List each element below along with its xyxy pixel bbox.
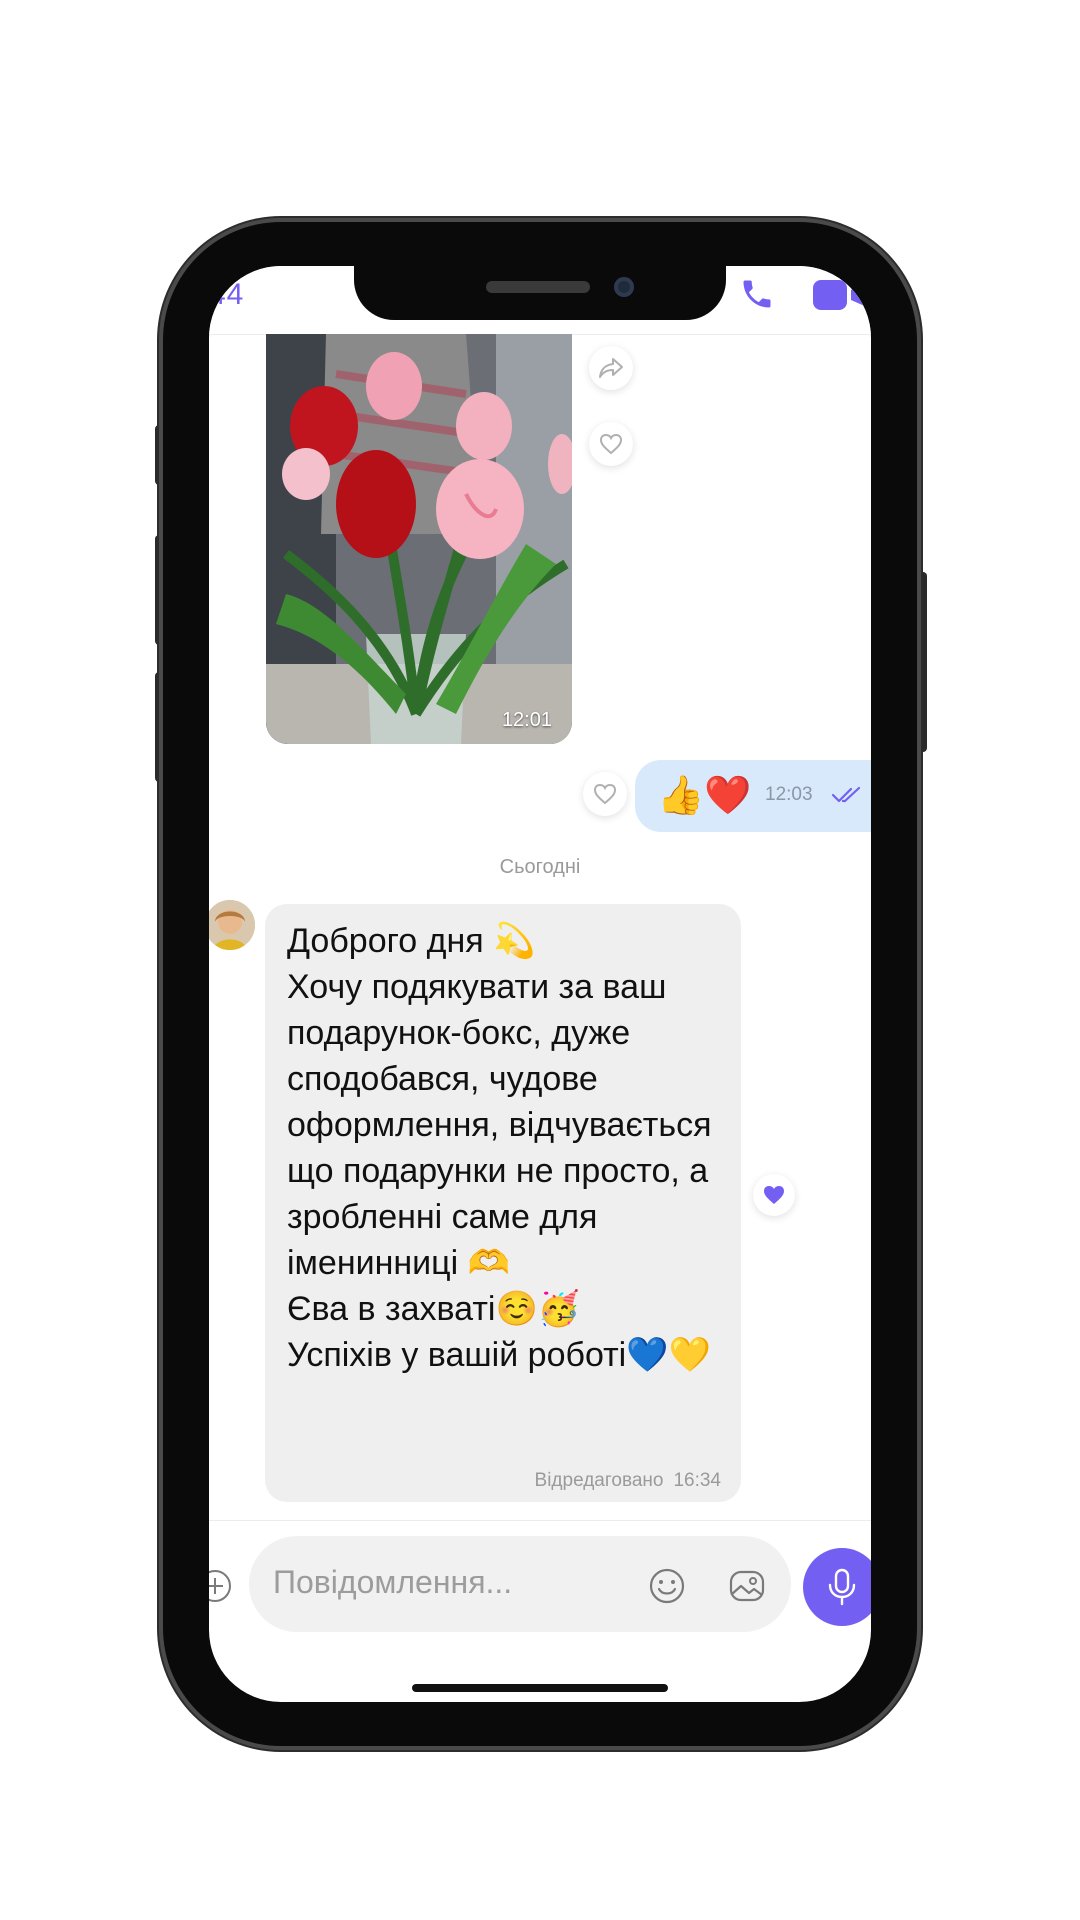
like-photo-button[interactable] [589, 422, 633, 466]
plus-icon[interactable] [209, 1568, 233, 1609]
video-call-icon[interactable] [813, 278, 871, 317]
incoming-time: 16:34 [673, 1470, 721, 1491]
composer-divider [209, 1520, 871, 1521]
notch [354, 266, 726, 320]
forward-button[interactable] [589, 346, 633, 390]
heart-icon [593, 783, 617, 805]
avatar[interactable] [209, 900, 255, 950]
incoming-meta: Відредаговано 16:34 [525, 1470, 721, 1492]
gallery-icon[interactable] [727, 1566, 767, 1611]
outgoing-time: 12:03 [765, 784, 813, 805]
speaker [486, 281, 590, 293]
incoming-message[interactable]: Доброго дня 💫 Хочу подякувати за ваш под… [265, 904, 741, 1502]
message-input[interactable]: Повідомлення... [249, 1536, 791, 1632]
mic-icon [828, 1568, 856, 1606]
front-camera [614, 277, 634, 297]
like-outgoing-button[interactable] [583, 772, 627, 816]
outgoing-message[interactable]: 👍❤️ 12:03 [635, 760, 871, 832]
outgoing-emoji: 👍❤️ [657, 775, 752, 817]
back-button-count[interactable]: 44 [209, 278, 244, 312]
message-placeholder: Повідомлення... [273, 1564, 513, 1600]
phone-screen: 44 12:01 👍❤️ 12:03 Сьогодні Доброго дня … [209, 266, 871, 1702]
edited-label: Відредаговано [534, 1470, 664, 1491]
tulips-photo [266, 334, 572, 744]
photo-message[interactable]: 12:01 [266, 334, 572, 744]
photo-time: 12:01 [501, 709, 552, 731]
heart-icon [599, 433, 623, 455]
power-button [917, 572, 927, 752]
emoji-icon[interactable] [647, 1566, 687, 1611]
double-check-icon [831, 786, 865, 809]
voice-message-button[interactable] [803, 1548, 871, 1626]
heart-filled-icon [764, 1186, 784, 1204]
forward-icon [599, 358, 623, 378]
home-indicator [412, 1684, 668, 1692]
incoming-text: Доброго дня 💫 Хочу подякувати за ваш под… [287, 922, 712, 1374]
date-separator: Сьогодні [499, 856, 581, 878]
stage: 44 12:01 👍❤️ 12:03 Сьогодні Доброго дня … [0, 0, 1080, 1920]
call-icon[interactable] [739, 276, 775, 317]
heart-reaction[interactable] [753, 1174, 795, 1216]
